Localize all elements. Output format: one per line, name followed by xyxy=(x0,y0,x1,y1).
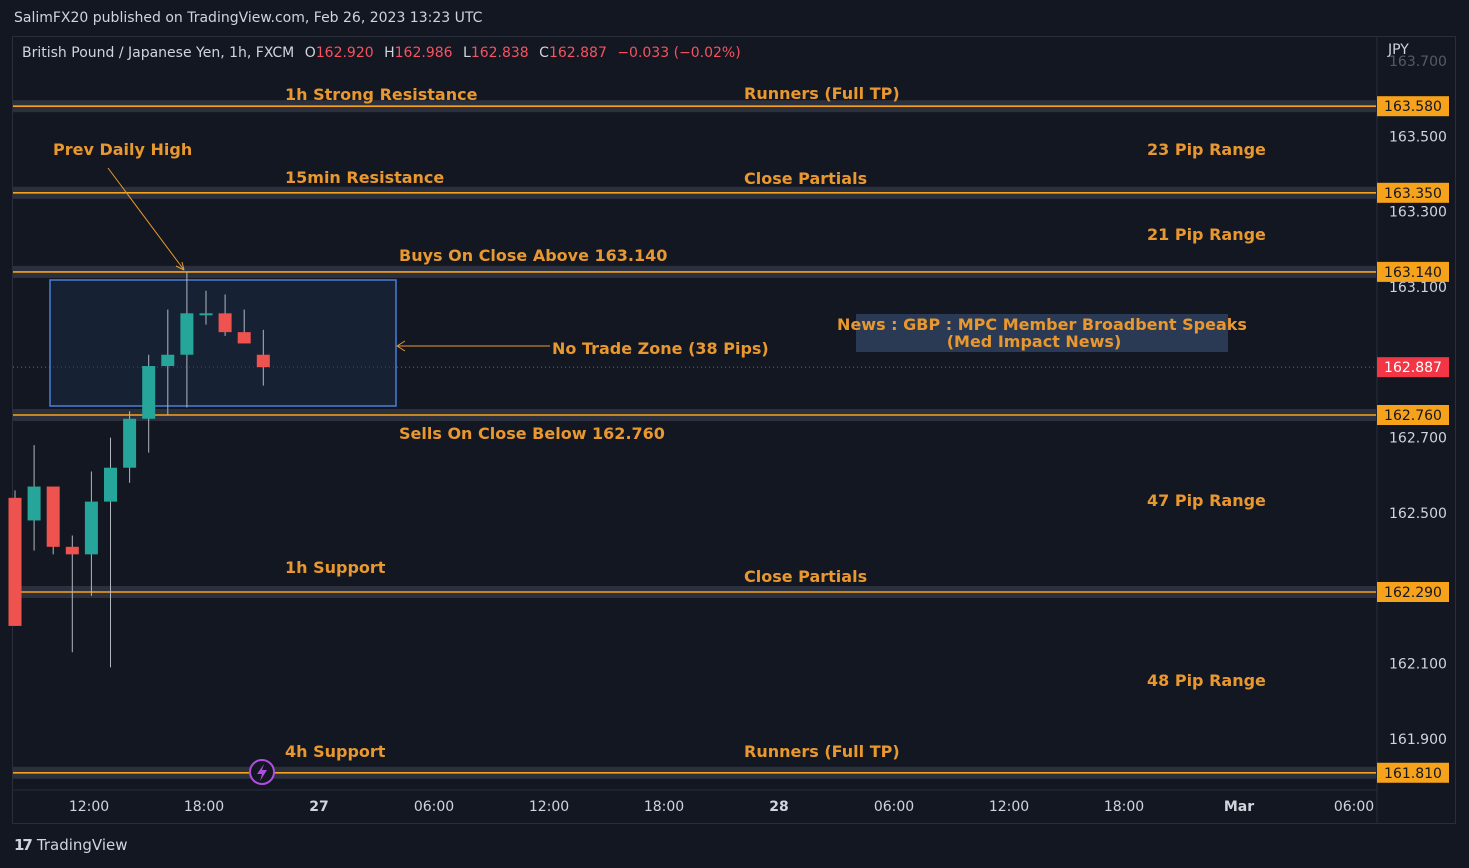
level-price-label: 163.580 xyxy=(1384,99,1442,115)
annotation-label: Buys On Close Above 163.140 xyxy=(399,246,667,265)
annotation-label: Prev Daily High xyxy=(53,140,192,159)
candle-body[interactable] xyxy=(46,486,60,547)
currency-label[interactable]: JPY xyxy=(1388,42,1409,58)
candle-body[interactable] xyxy=(27,486,41,521)
y-tick-label: 161.900 xyxy=(1389,732,1447,748)
x-tick-label: 12:00 xyxy=(529,799,569,815)
candle-body[interactable] xyxy=(237,332,251,344)
annotation-label: 47 Pip Range xyxy=(1147,491,1266,510)
annotation-label: 21 Pip Range xyxy=(1147,225,1266,244)
candle-body[interactable] xyxy=(161,354,175,367)
open-label: O xyxy=(304,45,316,61)
annotation-label: No Trade Zone (38 Pips) xyxy=(552,339,769,358)
annotation-label: 1h Strong Resistance xyxy=(285,85,478,104)
low-value: 162.838 xyxy=(470,45,529,61)
y-tick-label: 162.700 xyxy=(1389,431,1447,447)
annotation-label: 1h Support xyxy=(285,558,386,577)
annotation-label: 4h Support xyxy=(285,742,386,761)
x-tick-label: 18:00 xyxy=(1104,799,1144,815)
chart-canvas[interactable]: 163.700163.500163.300163.100162.700162.5… xyxy=(0,0,1469,868)
close-label: C xyxy=(539,45,549,61)
high-value: 162.986 xyxy=(394,45,453,61)
x-tick-label: 06:00 xyxy=(414,799,454,815)
y-tick-label: 163.100 xyxy=(1389,280,1447,296)
annotation-label: 48 Pip Range xyxy=(1147,671,1266,690)
symbol-legend: British Pound / Japanese Yen, 1h, FXCM O… xyxy=(22,45,741,61)
prev-high-arrow xyxy=(107,167,185,271)
level-price-label: 163.350 xyxy=(1384,186,1442,202)
x-tick-label: 28 xyxy=(769,799,788,815)
candle-body[interactable] xyxy=(218,313,232,333)
close-value: 162.887 xyxy=(548,45,607,61)
symbol-name: British Pound / Japanese Yen, 1h, FXCM xyxy=(22,45,295,61)
annotation-label: Close Partials xyxy=(744,169,867,188)
annotation-label: 15min Resistance xyxy=(285,168,444,187)
last-price-label: 162.887 xyxy=(1384,360,1442,376)
level-price-label: 162.290 xyxy=(1384,585,1442,601)
x-tick-label: 12:00 xyxy=(989,799,1029,815)
y-tick-label: 163.300 xyxy=(1389,205,1447,221)
candle-body[interactable] xyxy=(180,313,194,355)
candle-body[interactable] xyxy=(256,354,270,368)
candle-body[interactable] xyxy=(199,313,213,316)
tradingview-logo-icon: 17 xyxy=(14,836,33,854)
high-label: H xyxy=(384,45,395,61)
annotation-label: Sells On Close Below 162.760 xyxy=(399,424,665,443)
x-tick-label: 06:00 xyxy=(1334,799,1374,815)
level-price-label: 162.760 xyxy=(1384,408,1442,424)
annotation-label: Runners (Full TP) xyxy=(744,742,900,761)
annotation-label: Runners (Full TP) xyxy=(744,84,900,103)
open-value: 162.920 xyxy=(315,45,374,61)
news-text-line2: (Med Impact News) xyxy=(947,332,1122,351)
tradingview-logo-text: TradingView xyxy=(36,836,128,854)
no-trade-zone-box[interactable] xyxy=(49,279,397,407)
tradingview-logo[interactable]: 17 TradingView xyxy=(14,836,128,854)
y-tick-label: 162.500 xyxy=(1389,506,1447,522)
candle-body[interactable] xyxy=(84,501,98,555)
candle-body[interactable] xyxy=(104,467,117,502)
y-tick-label: 162.100 xyxy=(1389,657,1447,673)
annotation-label: 23 Pip Range xyxy=(1147,140,1266,159)
candle-body[interactable] xyxy=(123,418,137,468)
level-price-label: 161.810 xyxy=(1384,766,1442,782)
x-tick-label: 06:00 xyxy=(874,799,914,815)
x-tick-label: 27 xyxy=(309,799,328,815)
level-price-label: 163.140 xyxy=(1384,265,1442,281)
candle-body[interactable] xyxy=(8,497,22,626)
x-tick-label: Mar xyxy=(1224,799,1254,815)
y-tick-label: 163.500 xyxy=(1389,129,1447,145)
low-label: L xyxy=(463,45,471,61)
x-tick-label: 18:00 xyxy=(644,799,684,815)
annotation-label: Close Partials xyxy=(744,567,867,586)
x-tick-label: 12:00 xyxy=(69,799,109,815)
candle-body[interactable] xyxy=(65,546,79,555)
x-tick-label: 18:00 xyxy=(184,799,224,815)
candle-body[interactable] xyxy=(142,366,156,419)
change-value: −0.033 (−0.02%) xyxy=(617,45,741,61)
